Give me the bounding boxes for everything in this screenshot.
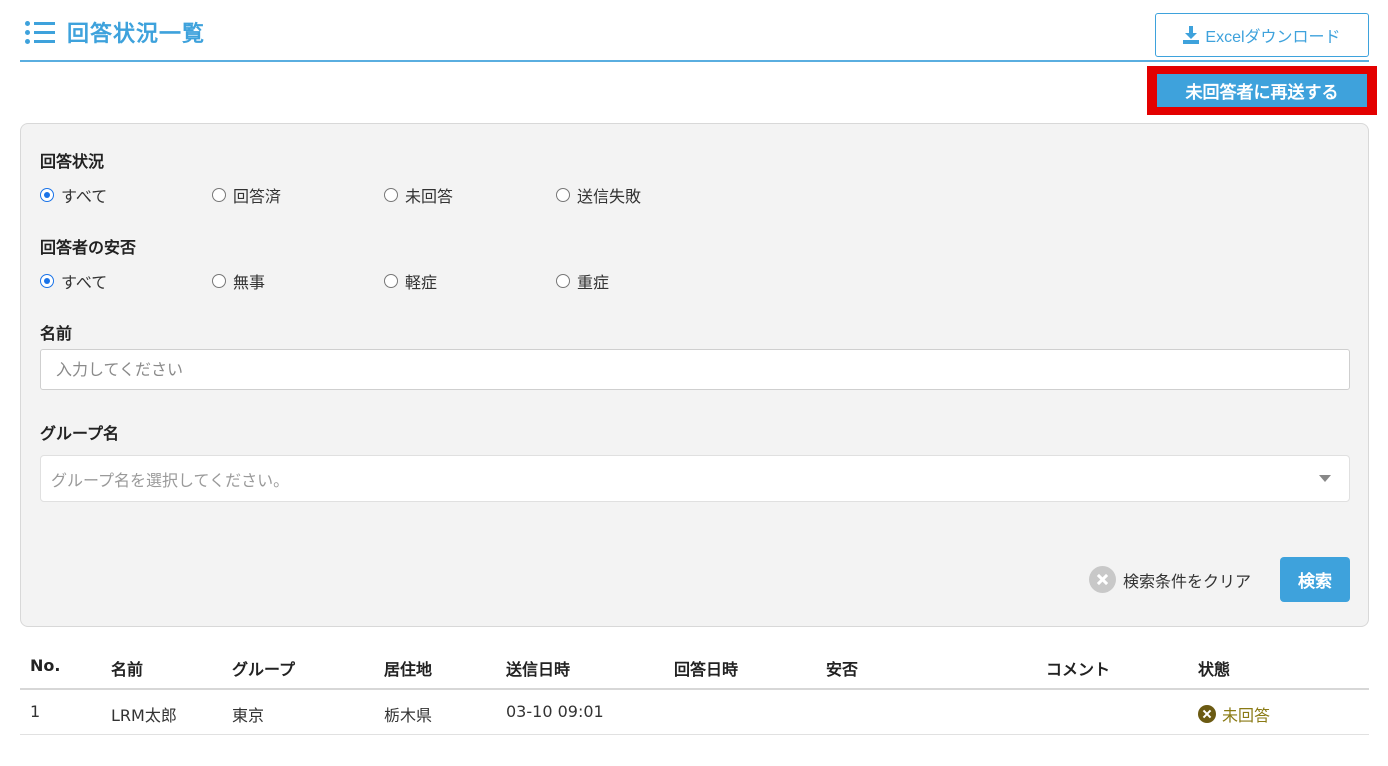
safety-radio-severe[interactable]: 重症 xyxy=(556,269,609,293)
table-row[interactable]: 1 LRM太郎 東京 栃木県 03-10 09:01 未回答 xyxy=(20,690,1369,735)
column-header-answered-at: 回答日時 xyxy=(674,660,739,679)
clear-conditions-button[interactable]: 検索条件をクリア xyxy=(1089,566,1251,593)
column-header-group: グループ xyxy=(232,660,296,679)
cell-no: 1 xyxy=(30,702,41,721)
status-radio-answered[interactable]: 回答済 xyxy=(212,183,281,207)
safety-radio-group: すべて 無事 軽症 重症 xyxy=(40,269,940,293)
name-field-label: 名前 xyxy=(40,324,73,343)
safety-radio-minor[interactable]: 軽症 xyxy=(384,269,437,293)
results-table: No. 名前 グループ 居住地 送信日時 回答日時 安否 コメント 状態 1 L… xyxy=(20,642,1369,735)
cell-sent-at: 03-10 09:01 xyxy=(506,702,604,721)
group-select[interactable]: グループ名を選択してください。 xyxy=(40,455,1350,502)
status-radio-unanswered[interactable]: 未回答 xyxy=(384,183,453,207)
column-header-name: 名前 xyxy=(111,660,144,679)
search-button[interactable]: 検索 xyxy=(1280,557,1350,602)
status-badge: 未回答 xyxy=(1198,702,1270,726)
column-header-safety: 安否 xyxy=(826,660,859,679)
table-header: No. 名前 グループ 居住地 送信日時 回答日時 安否 コメント 状態 xyxy=(20,642,1369,690)
column-header-comment: コメント xyxy=(1046,660,1111,679)
name-input[interactable] xyxy=(40,349,1350,390)
column-header-status: 状態 xyxy=(1198,660,1231,679)
page-title: 回答状況一覧 xyxy=(67,22,206,47)
excel-download-button[interactable]: Excelダウンロード xyxy=(1155,13,1369,57)
resend-unanswered-button[interactable]: 未回答者に再送する xyxy=(1157,74,1367,107)
download-icon xyxy=(1183,26,1200,44)
column-header-residence: 居住地 xyxy=(384,660,433,679)
column-header-sent-at: 送信日時 xyxy=(506,660,571,679)
cell-group: 東京 xyxy=(232,706,265,725)
safety-radio-all[interactable]: すべて xyxy=(40,269,107,293)
group-field-label: グループ名 xyxy=(40,424,120,443)
column-header-no: No. xyxy=(30,656,61,675)
status-filter-label: 回答状況 xyxy=(40,152,105,171)
title-wrap: 回答状況一覧 xyxy=(25,16,205,48)
status-label: 未回答 xyxy=(1222,706,1271,725)
safety-radio-safe[interactable]: 無事 xyxy=(212,269,265,293)
safety-filter-label: 回答者の安否 xyxy=(40,238,137,257)
clear-conditions-label: 検索条件をクリア xyxy=(1123,571,1252,591)
status-radio-group: すべて 回答済 未回答 送信失敗 xyxy=(40,183,940,207)
excel-download-label: Excelダウンロード xyxy=(1205,29,1341,46)
clear-circle-icon xyxy=(1089,566,1116,593)
cell-name: LRM太郎 xyxy=(111,706,177,725)
chevron-down-icon xyxy=(1319,475,1331,482)
list-icon xyxy=(25,20,55,44)
status-radio-all[interactable]: すべて xyxy=(40,183,107,207)
group-select-placeholder: グループ名を選択してください。 xyxy=(51,470,290,490)
x-circle-icon xyxy=(1198,705,1216,723)
status-radio-send-failed[interactable]: 送信失敗 xyxy=(556,183,641,207)
cell-residence: 栃木県 xyxy=(384,706,433,725)
search-panel: 回答状況 すべて 回答済 未回答 送信失敗 回答者の安否 すべて 無事 軽症 重… xyxy=(20,123,1369,627)
